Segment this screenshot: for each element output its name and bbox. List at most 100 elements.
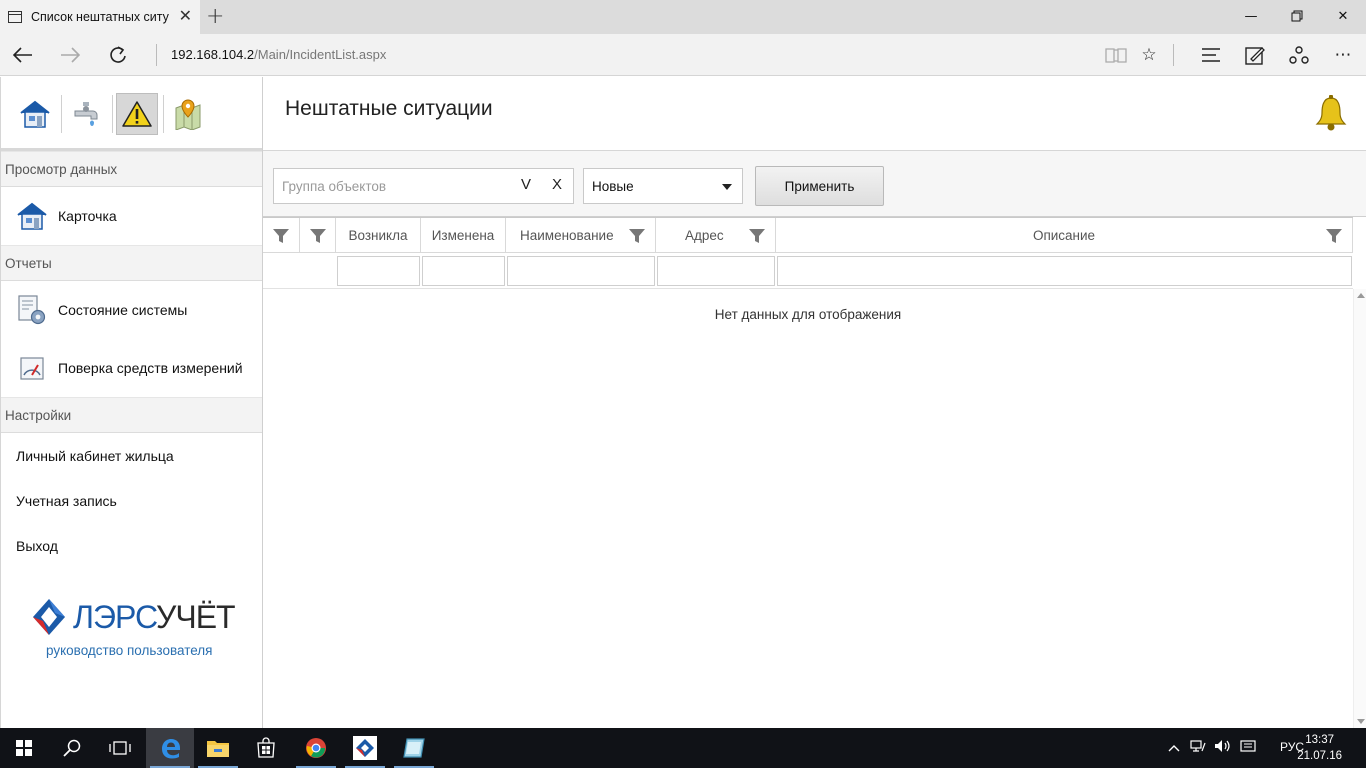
clock[interactable]: 13:37 21.07.16 <box>1297 732 1342 764</box>
volume-glyph <box>1215 740 1230 752</box>
file-explorer-icon[interactable] <box>194 728 242 768</box>
caret-down-icon <box>722 184 732 190</box>
group-select-button[interactable]: V <box>521 176 531 193</box>
column-header-occurred[interactable]: Возникла <box>336 218 421 253</box>
column-header-address[interactable]: Адрес <box>656 218 776 253</box>
warning-glyph <box>122 101 152 127</box>
window-close-icon[interactable]: ✕ <box>1320 0 1366 32</box>
funnel-icon[interactable] <box>749 229 765 243</box>
pen-icon[interactable] <box>1241 43 1269 67</box>
sidebar-item-label: Поверка средств измерений <box>58 360 243 376</box>
plus-icon[interactable]: + <box>206 4 224 29</box>
sidebar-item-label: Учетная запись <box>16 492 117 509</box>
status-select[interactable]: Новые <box>583 168 743 204</box>
column-header-label: Возникла <box>348 228 408 243</box>
task-view-icon[interactable] <box>96 728 144 768</box>
close-icon[interactable]: ✕ <box>179 8 192 24</box>
refresh-glyph <box>110 46 126 63</box>
hub-icon[interactable] <box>1197 43 1225 67</box>
windows-start-icon[interactable] <box>0 728 48 768</box>
book-icon[interactable] <box>1102 43 1130 67</box>
bell-icon[interactable] <box>1314 95 1348 133</box>
arrow-right-icon[interactable] <box>55 42 85 68</box>
system-tray <box>1168 728 1258 768</box>
star-icon[interactable]: ☆ <box>1135 43 1163 67</box>
clock-time: 13:37 <box>1305 734 1334 746</box>
column-header-label: Изменена <box>431 228 495 243</box>
keyboard-glyph <box>1240 740 1256 752</box>
refresh-icon[interactable] <box>103 42 133 68</box>
column-header-label: Наименование <box>520 228 614 243</box>
share-glyph <box>1289 46 1309 64</box>
column-header-changed[interactable]: Изменена <box>421 218 506 253</box>
sidebar-item-card[interactable]: Карточка <box>1 187 262 245</box>
apply-button[interactable]: Применить <box>755 166 884 206</box>
app-window-icon[interactable] <box>390 728 438 768</box>
scroll-down-icon[interactable] <box>1357 719 1365 724</box>
arrow-left-icon[interactable] <box>8 42 38 68</box>
filter-input-changed[interactable] <box>422 256 505 286</box>
sidebar-item-exit[interactable]: Выход <box>1 523 262 568</box>
map-pin-icon[interactable] <box>167 93 209 135</box>
gauge-icon <box>15 351 49 385</box>
house-glyph <box>20 100 50 128</box>
volume-icon[interactable] <box>1214 739 1232 757</box>
lers-app-glyph <box>353 736 377 760</box>
lers-app-icon[interactable] <box>341 728 389 768</box>
store-icon[interactable] <box>242 728 290 768</box>
funnel-icon <box>309 228 326 243</box>
edge-icon[interactable] <box>146 728 194 768</box>
incident-grid: Возникла Изменена Наименование Адрес Опи… <box>263 217 1366 728</box>
keyboard-icon[interactable] <box>1240 739 1258 757</box>
section-settings: Настройки <box>1 397 262 433</box>
sidebar-item-resident-cabinet[interactable]: Личный кабинет жильца <box>1 433 262 478</box>
url-path: /Main/IncidentList.aspx <box>254 47 387 62</box>
folder-glyph <box>207 741 229 757</box>
warning-icon[interactable] <box>116 93 158 135</box>
address-separator <box>156 44 157 66</box>
object-group-input[interactable] <box>274 169 509 203</box>
minimize-icon[interactable]: — <box>1228 0 1274 32</box>
search-icon[interactable] <box>48 728 96 768</box>
restore-icon[interactable] <box>1274 0 1320 32</box>
grid-empty-message: Нет данных для отображения <box>714 307 902 322</box>
column-header-label: Адрес <box>685 228 724 243</box>
lers-logo-icon <box>33 599 65 635</box>
grid-scrollbar[interactable] <box>1353 289 1366 728</box>
browser-tab[interactable]: Список нештатных ситу ✕ <box>0 0 200 34</box>
header-filter-cell-2[interactable] <box>300 218 336 253</box>
sidebar-item-system-state[interactable]: Состояние системы <box>1 281 262 339</box>
scroll-up-icon[interactable] <box>1357 293 1365 298</box>
browser-tabbar: Список нештатных ситу ✕ + — ✕ <box>0 0 1366 34</box>
column-header-name[interactable]: Наименование <box>506 218 656 253</box>
header-filter-cell-1[interactable] <box>263 218 300 253</box>
column-header-description[interactable]: Описание <box>776 218 1353 253</box>
chevron-up-icon[interactable] <box>1168 741 1180 756</box>
share-icon[interactable] <box>1285 43 1313 67</box>
search-glyph <box>63 739 81 757</box>
page-icon <box>8 11 22 23</box>
grid-filter-row <box>263 253 1353 289</box>
user-manual-link[interactable]: руководство пользователя <box>46 643 241 658</box>
funnel-icon[interactable] <box>629 229 645 243</box>
sidebar-item-verification[interactable]: Поверка средств измерений <box>1 339 262 397</box>
funnel-icon[interactable] <box>1326 229 1342 243</box>
network-icon[interactable] <box>1190 739 1206 757</box>
house-icon[interactable] <box>14 93 56 135</box>
logo-text-2: УЧЁТ <box>156 598 236 635</box>
group-clear-button[interactable]: X <box>552 176 562 193</box>
faucet-icon[interactable] <box>65 93 107 135</box>
url-field[interactable]: 192.168.104.2/Main/IncidentList.aspx <box>171 47 386 62</box>
sidebar-item-account[interactable]: Учетная запись <box>1 478 262 523</box>
filter-input-occurred[interactable] <box>337 256 420 286</box>
sidebar-item-label: Состояние системы <box>58 302 188 318</box>
sidebar-item-label: Выход <box>16 537 58 554</box>
filter-input-address[interactable] <box>657 256 775 286</box>
chrome-icon[interactable] <box>292 728 340 768</box>
more-icon[interactable]: ⋯ <box>1329 43 1357 67</box>
filter-input-name[interactable] <box>507 256 655 286</box>
object-group-box: V X <box>273 168 574 204</box>
map-glyph <box>175 99 201 130</box>
filter-input-description[interactable] <box>777 256 1352 286</box>
main-header: Нештатные ситуации <box>263 77 1366 151</box>
